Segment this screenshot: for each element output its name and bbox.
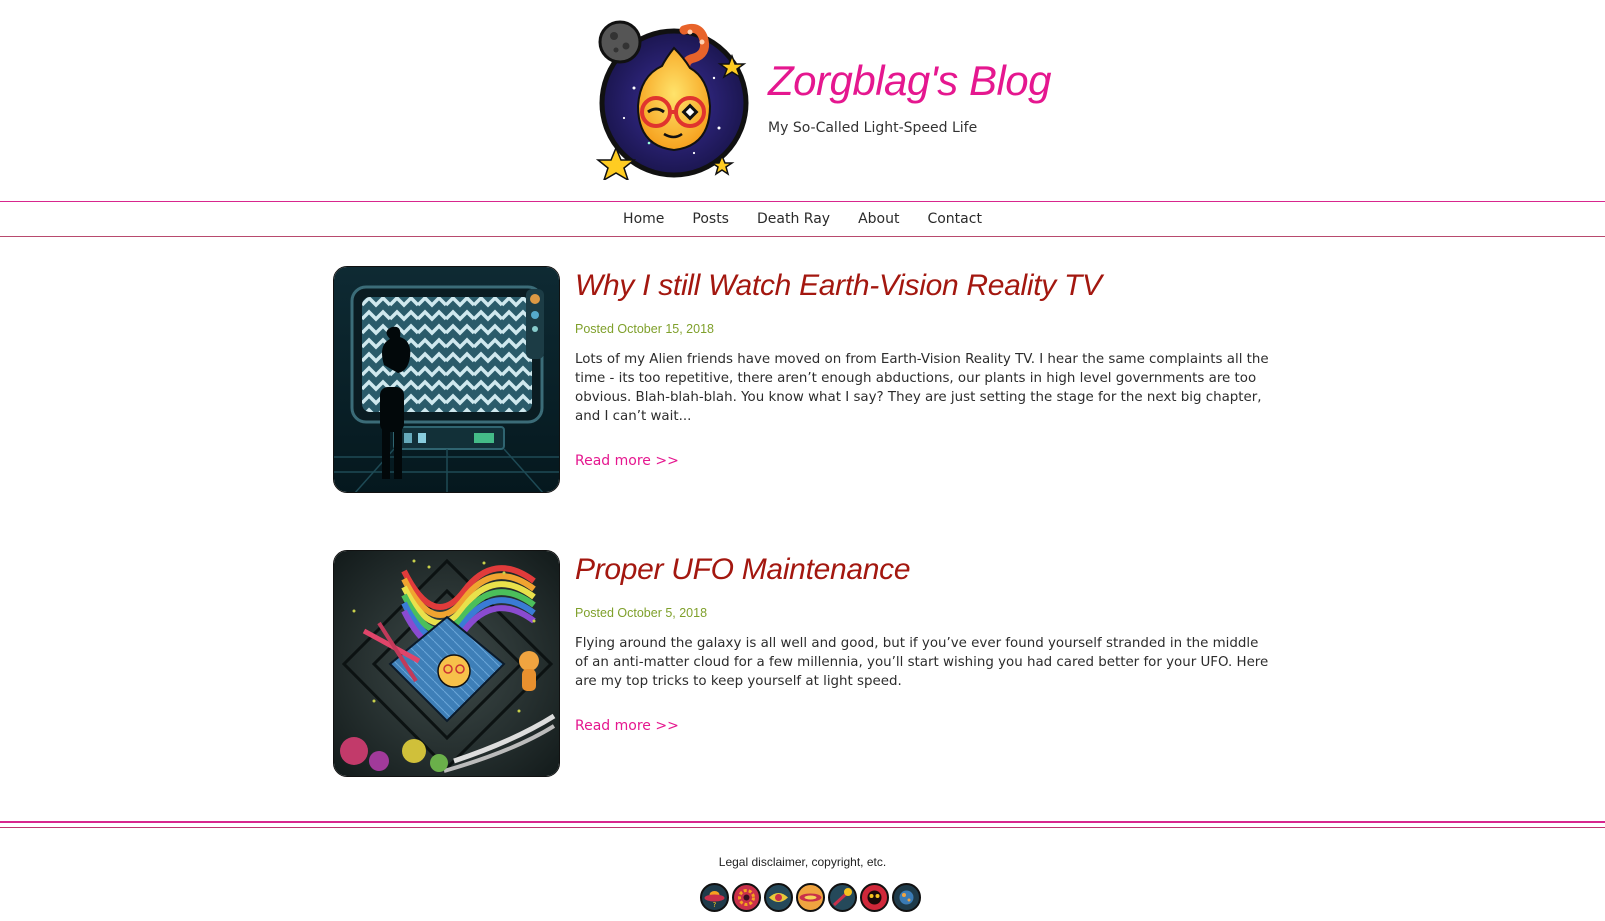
post-excerpt: Flying around the galaxy is all well and…	[575, 636, 1269, 689]
alien-face-icon[interactable]	[860, 883, 889, 912]
eye-icon[interactable]	[764, 883, 793, 912]
site-tagline: My So-Called Light-Speed Life	[768, 120, 978, 136]
nav-item-contact[interactable]: Contact	[913, 211, 995, 227]
post-body: Proper UFO Maintenance Posted October 5,…	[575, 550, 1275, 734]
brand: Zorgblag's Blog My So-Called Light-Speed…	[768, 56, 1052, 136]
post-date: Posted October 5, 2018	[575, 606, 708, 620]
svg-text:?: ?	[713, 901, 717, 909]
read-more-link[interactable]: Read more >>	[575, 453, 679, 469]
alien-watching-tv-illustration[interactable]	[333, 266, 560, 493]
post-title[interactable]: Why I still Watch Earth-Vision Reality T…	[575, 266, 1275, 306]
ufo-icon[interactable]: ?	[700, 883, 729, 912]
nav-item-posts[interactable]: Posts	[678, 211, 743, 227]
flying-saucer-icon[interactable]	[796, 883, 825, 912]
post-title[interactable]: Proper UFO Maintenance	[575, 550, 1275, 590]
nav-item-about[interactable]: About	[844, 211, 913, 227]
main-nav: Home Posts Death Ray About Contact	[0, 201, 1605, 237]
gear-planet-icon[interactable]	[732, 883, 761, 912]
footer-divider	[0, 821, 1605, 823]
footer-legal-text: Legal disclaimer, copyright, etc.	[718, 855, 887, 869]
ufo-maintenance-illustration[interactable]	[333, 550, 560, 777]
alien-mascot-logo-icon[interactable]	[594, 18, 754, 182]
planet-icon[interactable]	[892, 883, 921, 912]
footer-icon-row: ?	[700, 883, 921, 912]
nav-item-home[interactable]: Home	[609, 211, 678, 227]
site-header: Zorgblag's Blog My So-Called Light-Speed…	[0, 0, 1605, 200]
post-excerpt: Lots of my Alien friends have moved on f…	[575, 352, 1269, 424]
site-title[interactable]: Zorgblag's Blog	[768, 56, 1052, 106]
nav-item-death-ray[interactable]: Death Ray	[743, 211, 844, 227]
footer-divider	[0, 827, 1605, 828]
comet-icon[interactable]	[828, 883, 857, 912]
post-body: Why I still Watch Earth-Vision Reality T…	[575, 266, 1275, 469]
read-more-link[interactable]: Read more >>	[575, 718, 679, 734]
post-date: Posted October 15, 2018	[575, 322, 714, 336]
